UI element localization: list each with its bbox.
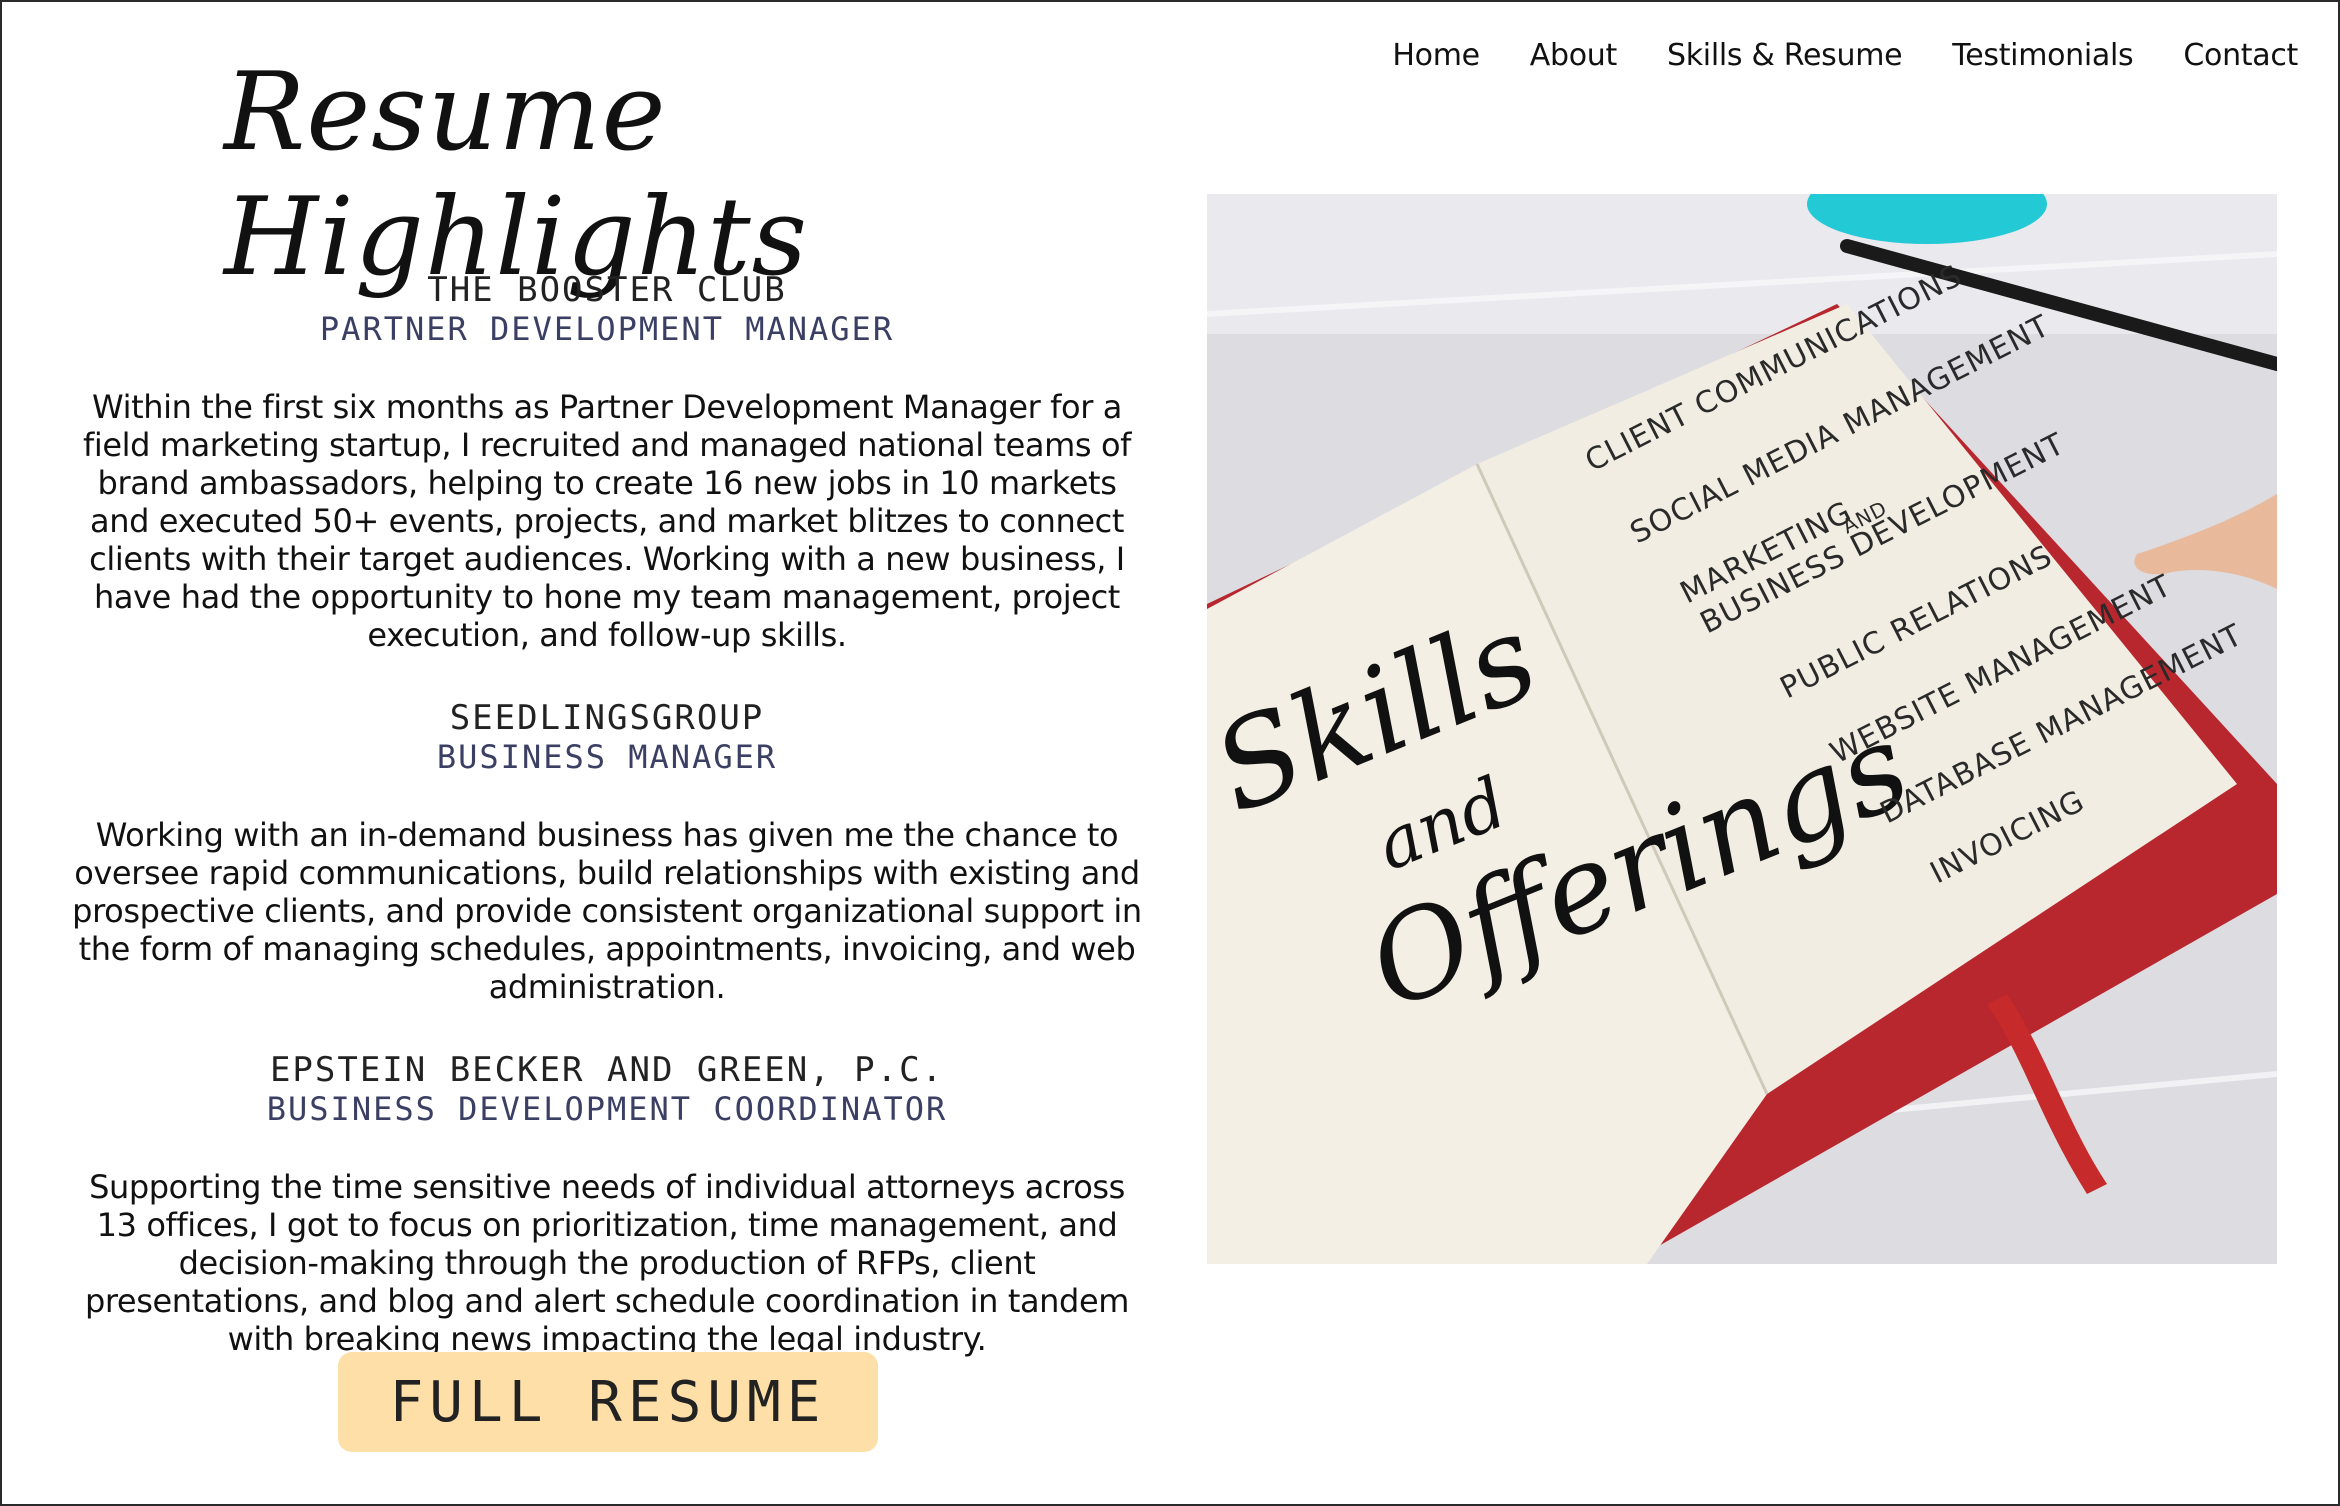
job-entry: EPSTEIN BECKER AND GREEN, P.C. BUSINESS … [62, 1050, 1152, 1358]
nav-about[interactable]: About [1530, 38, 1618, 73]
job-role: BUSINESS MANAGER [436, 738, 778, 776]
job-company: SEEDLINGSGROUP [449, 698, 765, 738]
job-role: PARTNER DEVELOPMENT MANAGER [319, 310, 895, 348]
job-role: BUSINESS DEVELOPMENT COORDINATOR [266, 1090, 948, 1128]
full-resume-button[interactable]: FULL RESUME [338, 1352, 878, 1452]
job-entry: THE BOOSTER CLUB PARTNER DEVELOPMENT MAN… [62, 270, 1152, 654]
page-title: Resume Highlights [224, 50, 809, 300]
job-description: Within the first six months as Partner D… [83, 388, 1131, 654]
job-company: THE BOOSTER CLUB [427, 270, 787, 310]
nav-testimonials[interactable]: Testimonials [1952, 38, 2133, 73]
nav-contact[interactable]: Contact [2183, 38, 2298, 73]
browser-frame: Home About Skills & Resume Testimonials … [0, 0, 2340, 1506]
job-company: EPSTEIN BECKER AND GREEN, P.C. [269, 1050, 945, 1090]
nav-skills-resume[interactable]: Skills & Resume [1667, 38, 1903, 73]
job-description: Working with an in-demand business has g… [72, 816, 1142, 1006]
job-entry: SEEDLINGSGROUP BUSINESS MANAGER Working … [62, 698, 1152, 1006]
nav-home[interactable]: Home [1392, 38, 1480, 73]
resume-list: THE BOOSTER CLUB PARTNER DEVELOPMENT MAN… [62, 270, 1152, 1402]
main-nav: Home About Skills & Resume Testimonials … [1392, 38, 2298, 73]
job-description: Supporting the time sensitive needs of i… [84, 1168, 1130, 1358]
skills-offerings-image: Skills and Offerings CLIENT COMMUNICATIO… [1207, 194, 2277, 1264]
